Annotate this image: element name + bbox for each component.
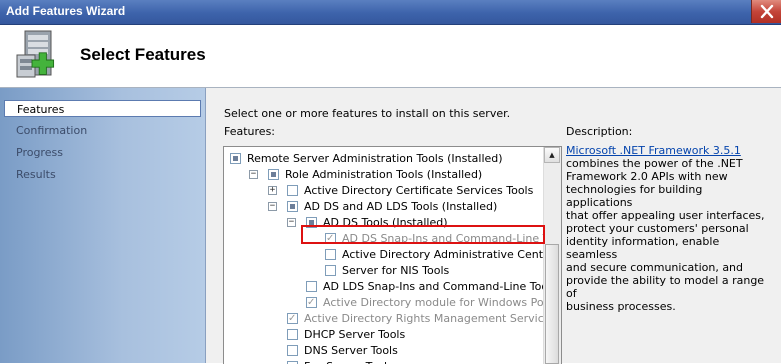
nav-item-progress[interactable]: Progress bbox=[4, 144, 201, 161]
tree-item-label: AD LDS Snap-Ins and Command-Line Tools bbox=[323, 280, 557, 293]
tree-item-label: Active Directory Certificate Services To… bbox=[304, 184, 534, 197]
description-line: technologies for building applications bbox=[566, 183, 703, 209]
description-line: provide the ability to model a range of bbox=[566, 274, 765, 300]
tree-item[interactable]: Fax Server Tools bbox=[224, 359, 542, 364]
expand-icon[interactable]: + bbox=[268, 186, 277, 195]
tree-item[interactable]: AD LDS Snap-Ins and Command-Line Tools bbox=[224, 279, 557, 295]
collapse-icon[interactable]: − bbox=[249, 170, 258, 179]
description-link[interactable]: Microsoft .NET Framework 3.5.1 bbox=[566, 144, 741, 157]
instructions-text: Select one or more features to install o… bbox=[224, 107, 511, 120]
description-line: protect your customers' personal bbox=[566, 222, 749, 235]
nav-item-features[interactable]: Features bbox=[4, 100, 201, 117]
features-label: Features: bbox=[224, 125, 276, 138]
tree-item-label: AD DS and AD LDS Tools (Installed) bbox=[304, 200, 498, 213]
description-line: Framework 2.0 APIs with new bbox=[566, 170, 728, 183]
tree-item[interactable]: Active Directory module for Windows Powe… bbox=[224, 295, 561, 311]
tree-item[interactable]: Server for NIS Tools bbox=[224, 263, 542, 279]
tree-item[interactable]: DNS Server Tools bbox=[224, 343, 542, 359]
tree-item-label: Active Directory Administrative Center bbox=[342, 248, 555, 261]
description-line: business processes. bbox=[566, 300, 676, 313]
tree-item-label: Active Directory module for Windows Powe… bbox=[323, 296, 561, 309]
feature-checkbox[interactable] bbox=[287, 201, 298, 212]
nav-item-confirmation[interactable]: Confirmation bbox=[4, 122, 201, 139]
tree-item-label: Remote Server Administration Tools (Inst… bbox=[247, 152, 503, 165]
tree-item[interactable]: Active Directory Administrative Center bbox=[224, 247, 554, 263]
wizard-header: Select Features bbox=[0, 25, 781, 88]
wizard-nav: Features Confirmation Progress Results bbox=[0, 88, 206, 363]
description-line: combines the power of the .NET bbox=[566, 157, 743, 170]
feature-checkbox[interactable] bbox=[287, 329, 298, 340]
scroll-thumb[interactable] bbox=[545, 244, 559, 364]
feature-checkbox[interactable] bbox=[306, 281, 317, 292]
feature-checkbox bbox=[287, 311, 298, 327]
tree-item-label: Server for NIS Tools bbox=[342, 264, 450, 277]
feature-checkbox bbox=[306, 295, 317, 311]
feature-checkbox[interactable] bbox=[325, 249, 336, 260]
close-button[interactable] bbox=[751, 0, 781, 23]
tree-item[interactable]: − AD DS and AD LDS Tools (Installed) bbox=[224, 199, 542, 215]
description-text: combines the power of the .NET Framework … bbox=[566, 157, 771, 313]
description-line: and secure communication, and bbox=[566, 261, 744, 274]
feature-checkbox[interactable] bbox=[325, 265, 336, 276]
collapse-icon[interactable]: − bbox=[268, 202, 277, 211]
features-tree[interactable]: Fax Server Tools DNS Server Tools DHCP Ser… bbox=[223, 146, 562, 364]
feature-checkbox[interactable] bbox=[230, 153, 241, 164]
tree-item[interactable]: − Role Administration Tools (Installed) bbox=[224, 167, 542, 183]
feature-checkbox[interactable] bbox=[268, 169, 279, 180]
window-title: Add Features Wizard bbox=[6, 4, 126, 18]
collapse-icon[interactable]: − bbox=[287, 218, 296, 227]
tree-item[interactable]: DHCP Server Tools bbox=[224, 327, 542, 343]
server-add-icon bbox=[16, 30, 55, 78]
page-title: Select Features bbox=[80, 45, 206, 64]
nav-item-results[interactable]: Results bbox=[4, 166, 201, 183]
title-bar: Add Features Wizard bbox=[0, 0, 781, 25]
tree-item[interactable]: Remote Server Administration Tools (Inst… bbox=[224, 151, 542, 167]
tree-item-label: Active Directory Rights Management Servi… bbox=[304, 312, 561, 325]
tree-item[interactable]: Active Directory Rights Management Servi… bbox=[224, 311, 561, 327]
tree-item-label: Role Administration Tools (Installed) bbox=[285, 168, 483, 181]
tree-item-label: DHCP Server Tools bbox=[304, 328, 406, 341]
description-label: Description: bbox=[566, 125, 633, 138]
arrow-up-icon: ▲ bbox=[549, 151, 555, 159]
scroll-up-button[interactable]: ▲ bbox=[544, 147, 560, 163]
feature-checkbox[interactable] bbox=[287, 185, 298, 196]
tree-item-label: Fax Server Tools bbox=[304, 359, 393, 364]
description-line: that offer appealing user interfaces, bbox=[566, 209, 765, 222]
tree-scrollbar[interactable]: ▲ bbox=[543, 147, 561, 364]
feature-checkbox[interactable] bbox=[287, 345, 298, 356]
highlight-annotation bbox=[301, 225, 545, 244]
tree-item[interactable]: + Active Directory Certificate Services T… bbox=[224, 183, 542, 199]
tree-item-label: DNS Server Tools bbox=[304, 344, 398, 357]
description-line: identity information, enable seamless bbox=[566, 235, 720, 261]
close-icon bbox=[760, 4, 774, 19]
